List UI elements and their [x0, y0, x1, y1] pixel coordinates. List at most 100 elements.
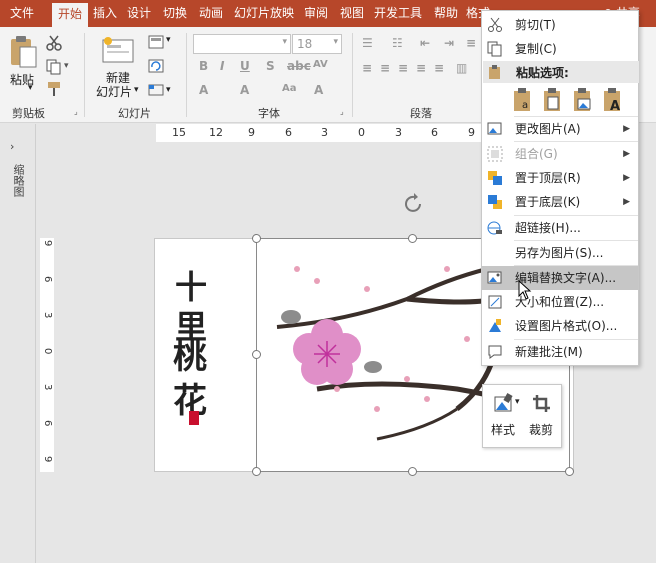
italic-icon[interactable]: I [220, 59, 224, 73]
tab-design[interactable]: 设计 [123, 0, 155, 27]
paste-dropdown-icon[interactable]: ▾ [28, 83, 33, 93]
context-menu: 剪切(T) 复制(C) 粘贴选项: a A 更改图片(A) ▶ 组合(G) ▶ … [481, 10, 639, 366]
decrease-indent-icon[interactable]: ⇤ [420, 36, 430, 50]
tab-file[interactable]: 文件 [0, 0, 44, 27]
strikethrough-icon[interactable]: abc [287, 59, 311, 73]
align-center-icon[interactable]: ≡ [380, 61, 390, 75]
ruler-tick: 6 [431, 126, 438, 139]
tab-transitions[interactable]: 切换 [159, 0, 191, 27]
shadow-icon[interactable]: S [266, 59, 275, 73]
ruler-tick: 6 [42, 420, 53, 427]
increase-indent-icon[interactable]: ⇥ [444, 36, 454, 50]
change-picture-icon [487, 122, 502, 135]
paste-text-only-icon[interactable]: A [602, 87, 624, 113]
ruler-tick: 3 [42, 312, 53, 319]
crop-button-label[interactable]: 裁剪 [529, 421, 553, 438]
ruler-tick: 12 [209, 126, 223, 139]
bullets-icon[interactable]: ☰ [362, 36, 373, 50]
change-case-icon[interactable]: Aa [282, 83, 297, 94]
paste-picture-icon[interactable] [572, 87, 594, 113]
tab-developer[interactable]: 开发工具 [370, 0, 426, 27]
underline-icon[interactable]: U [240, 59, 250, 73]
resize-handle[interactable] [408, 234, 417, 243]
chevron-down-icon[interactable]: ▾ [515, 397, 520, 407]
chevron-down-icon: ▾ [282, 37, 287, 47]
new-slide-icon[interactable] [102, 37, 134, 65]
tab-slideshow[interactable]: 幻灯片放映 [230, 0, 298, 27]
tab-view[interactable]: 视图 [336, 0, 368, 27]
align-right-icon[interactable]: ≡ [398, 61, 408, 75]
reset-icon[interactable] [148, 59, 164, 73]
menu-item-send-to-back[interactable]: 置于底层(K) ▶ [482, 190, 638, 214]
group-label-font: 字体 [258, 107, 280, 120]
char-spacing-icon[interactable]: AV [313, 59, 328, 70]
new-slide-dropdown-icon[interactable]: ▾ [134, 85, 139, 95]
menu-item-edit-alt-text[interactable]: 编辑替换文字(A)... [482, 266, 638, 290]
ruler-tick: 0 [358, 126, 365, 139]
thumbnail-panel-label: 缩略图 [12, 164, 25, 197]
style-button-label[interactable]: 样式 [491, 421, 515, 438]
scissors-icon[interactable] [46, 35, 62, 51]
ruler-tick: 15 [172, 126, 186, 139]
dialog-launcher-icon[interactable]: ⌟ [74, 107, 78, 116]
menu-item-cut[interactable]: 剪切(T) [482, 13, 638, 37]
layout-icon[interactable] [148, 35, 164, 49]
resize-handle[interactable] [408, 467, 417, 476]
menu-item-save-as-picture[interactable]: 另存为图片(S)... [482, 241, 638, 265]
tab-help[interactable]: 帮助 [430, 0, 462, 27]
align-left-icon[interactable]: ≡ [362, 61, 372, 75]
submenu-arrow-icon: ▶ [623, 124, 630, 134]
section-icon[interactable] [148, 83, 164, 97]
numbering-icon[interactable]: ☷ [392, 36, 403, 50]
crop-icon[interactable] [531, 393, 553, 415]
copy-icon [487, 41, 502, 57]
ruler-tick: 6 [42, 276, 53, 283]
distributed-icon[interactable]: ≡ [434, 61, 444, 75]
text-highlight-icon[interactable]: A [240, 83, 249, 97]
divider [186, 33, 187, 117]
copy-icon[interactable] [46, 59, 62, 75]
font-name-combo[interactable]: ▾ [193, 34, 291, 54]
picture-style-icon[interactable] [493, 393, 515, 415]
chevron-down-icon: ▾ [333, 37, 338, 47]
justify-icon[interactable]: ≡ [416, 61, 426, 75]
tab-review[interactable]: 审阅 [300, 0, 332, 27]
copy-dropdown-icon[interactable]: ▾ [64, 61, 69, 71]
new-slide-label-2[interactable]: 幻灯片 [96, 83, 132, 100]
menu-item-hyperlink[interactable]: 超链接(H)... [482, 216, 638, 240]
font-color-icon[interactable]: A [199, 83, 208, 97]
tab-home[interactable]: 开始 [52, 3, 88, 27]
resize-handle[interactable] [565, 467, 574, 476]
format-painter-icon[interactable] [46, 81, 62, 97]
dialog-launcher-icon[interactable]: ⌟ [340, 107, 344, 116]
menu-item-size-position[interactable]: 大小和位置(Z)... [482, 290, 638, 314]
ruler-tick: 3 [321, 126, 328, 139]
resize-handle[interactable] [252, 467, 261, 476]
expand-thumbnails-icon[interactable]: › [10, 140, 14, 153]
paste-icon[interactable] [8, 35, 40, 69]
menu-item-bring-to-front[interactable]: 置于顶层(R) ▶ [482, 166, 638, 190]
paste-destination-icon[interactable] [542, 87, 564, 113]
resize-handle[interactable] [252, 350, 261, 359]
paste-keep-format-icon[interactable]: a [512, 87, 534, 113]
menu-item-change-picture[interactable]: 更改图片(A) ▶ [482, 117, 638, 141]
ruler-tick: 9 [248, 126, 255, 139]
menu-item-copy[interactable]: 复制(C) [482, 37, 638, 61]
group-label-slides: 幻灯片 [118, 107, 151, 120]
resize-handle[interactable] [252, 234, 261, 243]
ruler-tick: 6 [285, 126, 292, 139]
tab-insert[interactable]: 插入 [89, 0, 121, 27]
line-spacing-icon[interactable]: ≡ [466, 36, 476, 50]
menu-item-group[interactable]: 组合(G) ▶ [482, 142, 638, 166]
section-dropdown-icon[interactable]: ▾ [166, 85, 171, 95]
menu-item-new-comment[interactable]: 新建批注(M) [482, 340, 638, 364]
bold-icon[interactable]: B [199, 59, 208, 73]
rotate-handle-icon[interactable] [402, 192, 426, 216]
tab-animations[interactable]: 动画 [195, 0, 227, 27]
columns-icon[interactable]: ▥ [456, 61, 467, 75]
menu-item-format-picture[interactable]: 设置图片格式(O)... [482, 314, 638, 338]
layout-dropdown-icon[interactable]: ▾ [166, 35, 171, 45]
font-size-combo[interactable]: 18 ▾ [292, 34, 342, 54]
scissors-icon [488, 17, 502, 32]
clear-format-icon[interactable]: A [314, 83, 323, 97]
